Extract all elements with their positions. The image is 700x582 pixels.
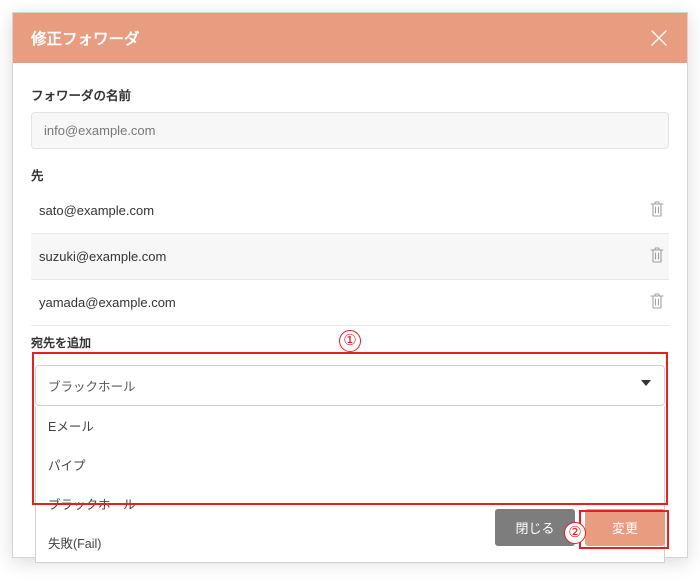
destination-row: yamada@example.com (31, 280, 669, 326)
select-box[interactable]: ブラックホール (35, 365, 665, 406)
close-button[interactable]: 閉じる (495, 509, 575, 546)
trash-icon[interactable] (649, 246, 665, 267)
trash-icon[interactable] (649, 292, 665, 313)
destination-email: suzuki@example.com (39, 249, 166, 264)
modal-body: フォワーダの名前 info@example.com 先 sato@example… (13, 63, 687, 365)
submit-button[interactable]: 変更 (585, 509, 665, 546)
modal-header: 修正フォワーダ (13, 13, 687, 63)
trash-icon[interactable] (649, 200, 665, 221)
close-icon[interactable] (649, 28, 669, 48)
forwarder-name-input[interactable]: info@example.com (31, 112, 669, 149)
select-option[interactable]: パイプ (36, 445, 664, 484)
chevron-down-icon (641, 380, 651, 386)
annotation-marker-1: ① (339, 330, 361, 352)
modal-forwarder-edit: 修正フォワーダ フォワーダの名前 info@example.com 先 sato… (12, 12, 688, 558)
destination-email: yamada@example.com (39, 295, 176, 310)
select-value: ブラックホール (48, 376, 136, 395)
destination-row: sato@example.com (31, 188, 669, 234)
select-option[interactable]: Eメール (36, 406, 664, 445)
annotation-marker-2: ② (564, 522, 586, 544)
modal-title: 修正フォワーダ (31, 27, 140, 49)
destination-email: sato@example.com (39, 203, 154, 218)
forwarder-name-label: フォワーダの名前 (31, 85, 669, 104)
destination-row: suzuki@example.com (31, 234, 669, 280)
destinations-label: 先 (31, 165, 669, 184)
